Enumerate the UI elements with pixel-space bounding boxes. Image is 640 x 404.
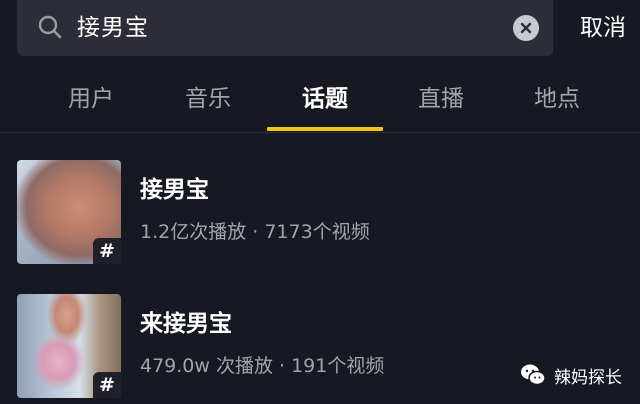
topic-thumbnail: # <box>17 160 121 264</box>
close-icon <box>520 22 532 34</box>
tab-live[interactable]: 直播 <box>383 82 499 116</box>
active-tab-indicator <box>267 127 383 131</box>
cancel-button[interactable]: 取消 <box>580 12 626 44</box>
tab-users[interactable]: 用户 <box>33 82 149 116</box>
category-tabs: 用户 音乐 话题 直播 地点 <box>0 66 640 133</box>
topic-result-item[interactable]: # 接男宝 1.2亿次播放 · 7173个视频 <box>0 160 640 264</box>
topic-title: 来接男宝 <box>140 311 232 337</box>
topic-thumbnail: # <box>17 294 121 398</box>
clear-search-button[interactable] <box>513 15 539 41</box>
topic-stats: 479.0w 次播放 · 191个视频 <box>140 355 385 377</box>
wechat-icon <box>521 364 546 386</box>
tab-topics[interactable]: 话题 <box>267 82 383 116</box>
watermark: 辣妈探长 <box>520 360 622 390</box>
tab-places[interactable]: 地点 <box>499 82 615 116</box>
search-bar-row: 接男宝 取消 <box>0 0 640 66</box>
search-icon <box>38 15 62 39</box>
search-input[interactable]: 接男宝 <box>17 0 553 56</box>
tab-music[interactable]: 音乐 <box>150 82 266 116</box>
watermark-label: 辣妈探长 <box>554 367 622 388</box>
topic-title: 接男宝 <box>140 177 209 203</box>
search-results-screen: 接男宝 取消 用户 音乐 话题 直播 地点 # 接男宝 1.2亿次播放 · 71… <box>0 0 640 404</box>
hashtag-icon: # <box>93 372 121 398</box>
hashtag-icon: # <box>93 238 121 264</box>
topic-stats: 1.2亿次播放 · 7173个视频 <box>140 221 370 243</box>
search-query-text: 接男宝 <box>77 15 149 41</box>
